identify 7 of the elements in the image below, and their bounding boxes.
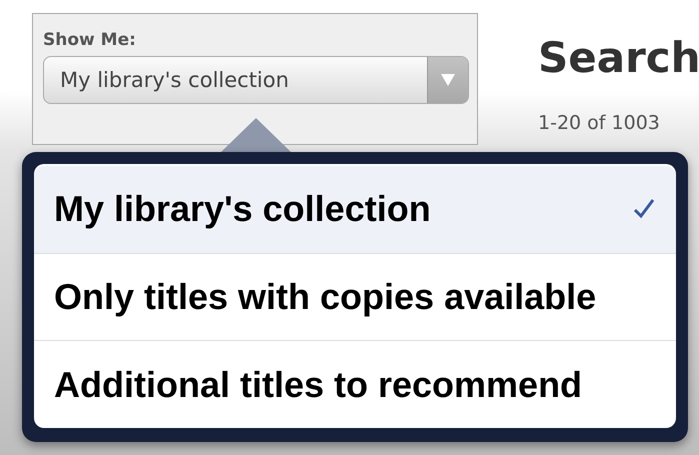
results-count: 1-20 of 1003 (538, 112, 661, 134)
menu-option[interactable]: Additional titles to recommend (34, 341, 676, 428)
menu-option[interactable]: My library's collection (34, 166, 676, 254)
collection-dropdown[interactable]: My library's collection (43, 56, 469, 104)
results-title: Search (538, 33, 699, 82)
menu-option[interactable]: Only titles with copies available (34, 254, 676, 342)
filter-label: Show Me: (43, 30, 137, 50)
